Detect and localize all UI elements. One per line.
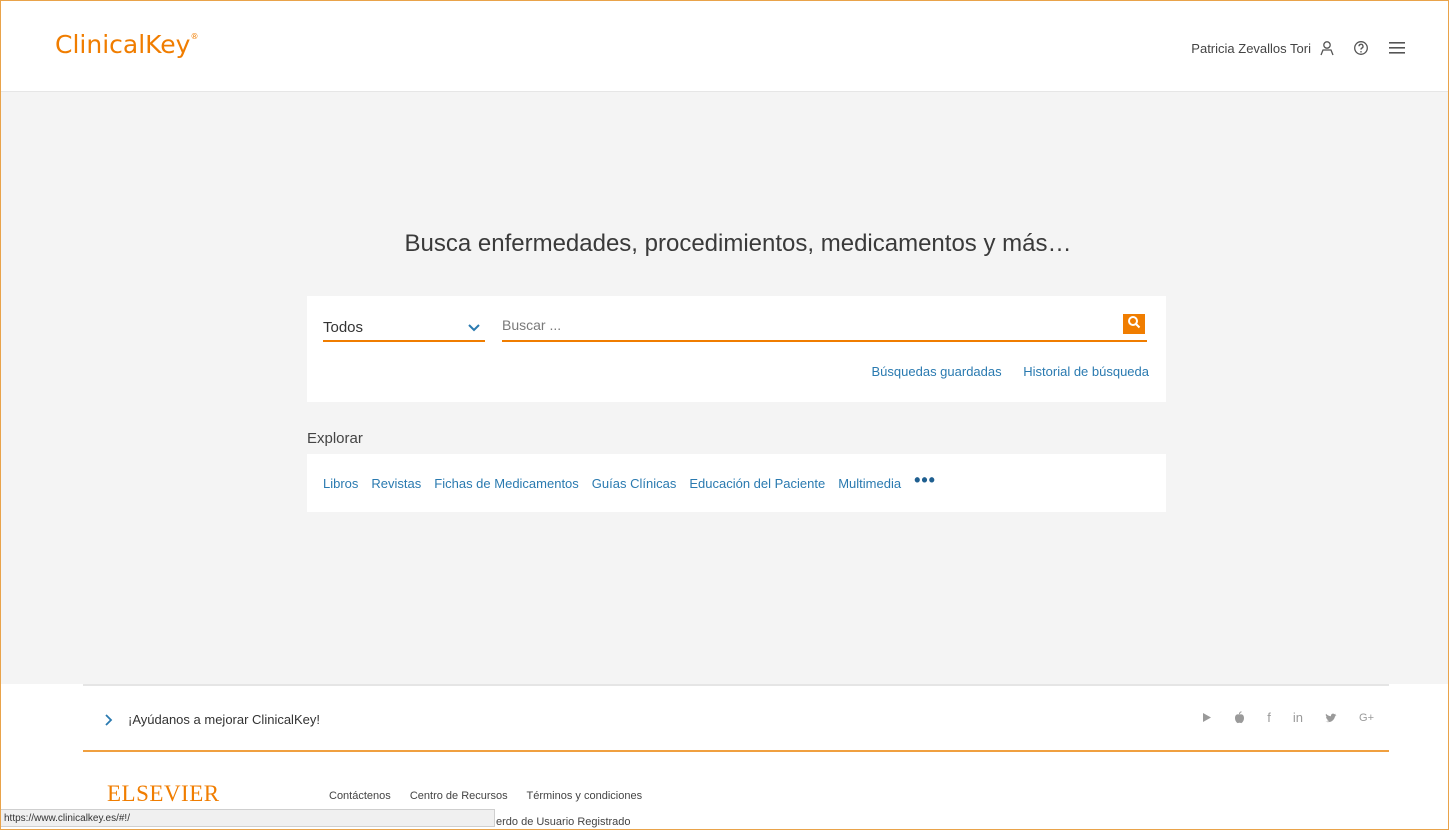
search-links: Búsquedas guardadas Historial de búsqued…	[854, 364, 1149, 379]
explore-link-patient-education[interactable]: Educación del Paciente	[689, 476, 825, 491]
footer-divider-orange	[83, 750, 1389, 752]
explore-nav: Libros Revistas Fichas de Medicamentos G…	[307, 454, 1166, 512]
footer-link-contact[interactable]: Contáctenos	[329, 790, 391, 802]
scope-select[interactable]: Todos	[323, 314, 485, 342]
social-links: f in G+	[1180, 710, 1374, 725]
clinicalkey-logo[interactable]: ClinicalKey®	[55, 30, 198, 59]
search-input[interactable]	[502, 314, 1102, 336]
page-headline: Busca enfermedades, procedimientos, medi…	[404, 230, 1072, 257]
chevron-down-icon	[467, 320, 481, 332]
explore-link-drug-monographs[interactable]: Fichas de Medicamentos	[434, 476, 579, 491]
footer-link-terms[interactable]: Términos y condiciones	[527, 790, 643, 802]
footer-links: Contáctenos Centro de Recursos Términos …	[329, 790, 658, 802]
scope-select-value: Todos	[323, 318, 364, 336]
search-icon	[1127, 315, 1141, 334]
logo-text: ClinicalKey	[55, 30, 191, 59]
top-header: ClinicalKey® Patricia Zevallos Tori	[0, 0, 1449, 92]
search-field	[502, 314, 1147, 342]
feedback-link[interactable]: ¡Ayúdanos a mejorar ClinicalKey!	[104, 712, 320, 727]
footer-divider-top	[83, 684, 1389, 686]
browser-status-bar: https://www.clinicalkey.es/#!/	[0, 809, 495, 827]
more-options-icon[interactable]: •••	[914, 470, 936, 491]
facebook-icon[interactable]: f	[1267, 710, 1271, 725]
explore-label: Explorar	[307, 430, 363, 447]
help-icon[interactable]	[1353, 40, 1369, 56]
google-plus-icon[interactable]: G+	[1359, 712, 1374, 724]
apple-icon[interactable]	[1234, 711, 1245, 724]
explore-link-books[interactable]: Libros	[323, 476, 358, 491]
search-button[interactable]	[1123, 314, 1145, 334]
menu-icon[interactable]	[1389, 41, 1405, 55]
logo-registered-mark: ®	[190, 32, 199, 41]
google-play-icon[interactable]	[1202, 712, 1212, 723]
saved-searches-link[interactable]: Búsquedas guardadas	[872, 364, 1002, 379]
footer-link-resource-center[interactable]: Centro de Recursos	[410, 790, 508, 802]
search-card: Todos Búsquedas guardadas Historial de b…	[307, 296, 1166, 402]
explore-link-multimedia[interactable]: Multimedia	[838, 476, 901, 491]
elsevier-logo[interactable]: ELSEVIER	[107, 781, 220, 807]
search-history-link[interactable]: Historial de búsqueda	[1023, 364, 1149, 379]
feedback-text: ¡Ayúdanos a mejorar ClinicalKey!	[128, 712, 320, 727]
explore-link-journals[interactable]: Revistas	[371, 476, 421, 491]
user-icon[interactable]	[1319, 40, 1335, 56]
chevron-right-icon	[104, 713, 114, 726]
linkedin-icon[interactable]: in	[1293, 710, 1303, 725]
user-area: Patricia Zevallos Tori	[1191, 40, 1405, 56]
footer-link-user-agreement[interactable]: erdo de Usuario Registrado	[496, 816, 631, 828]
twitter-icon[interactable]	[1325, 713, 1337, 723]
user-name[interactable]: Patricia Zevallos Tori	[1191, 41, 1311, 56]
explore-link-clinical-guidelines[interactable]: Guías Clínicas	[592, 476, 677, 491]
